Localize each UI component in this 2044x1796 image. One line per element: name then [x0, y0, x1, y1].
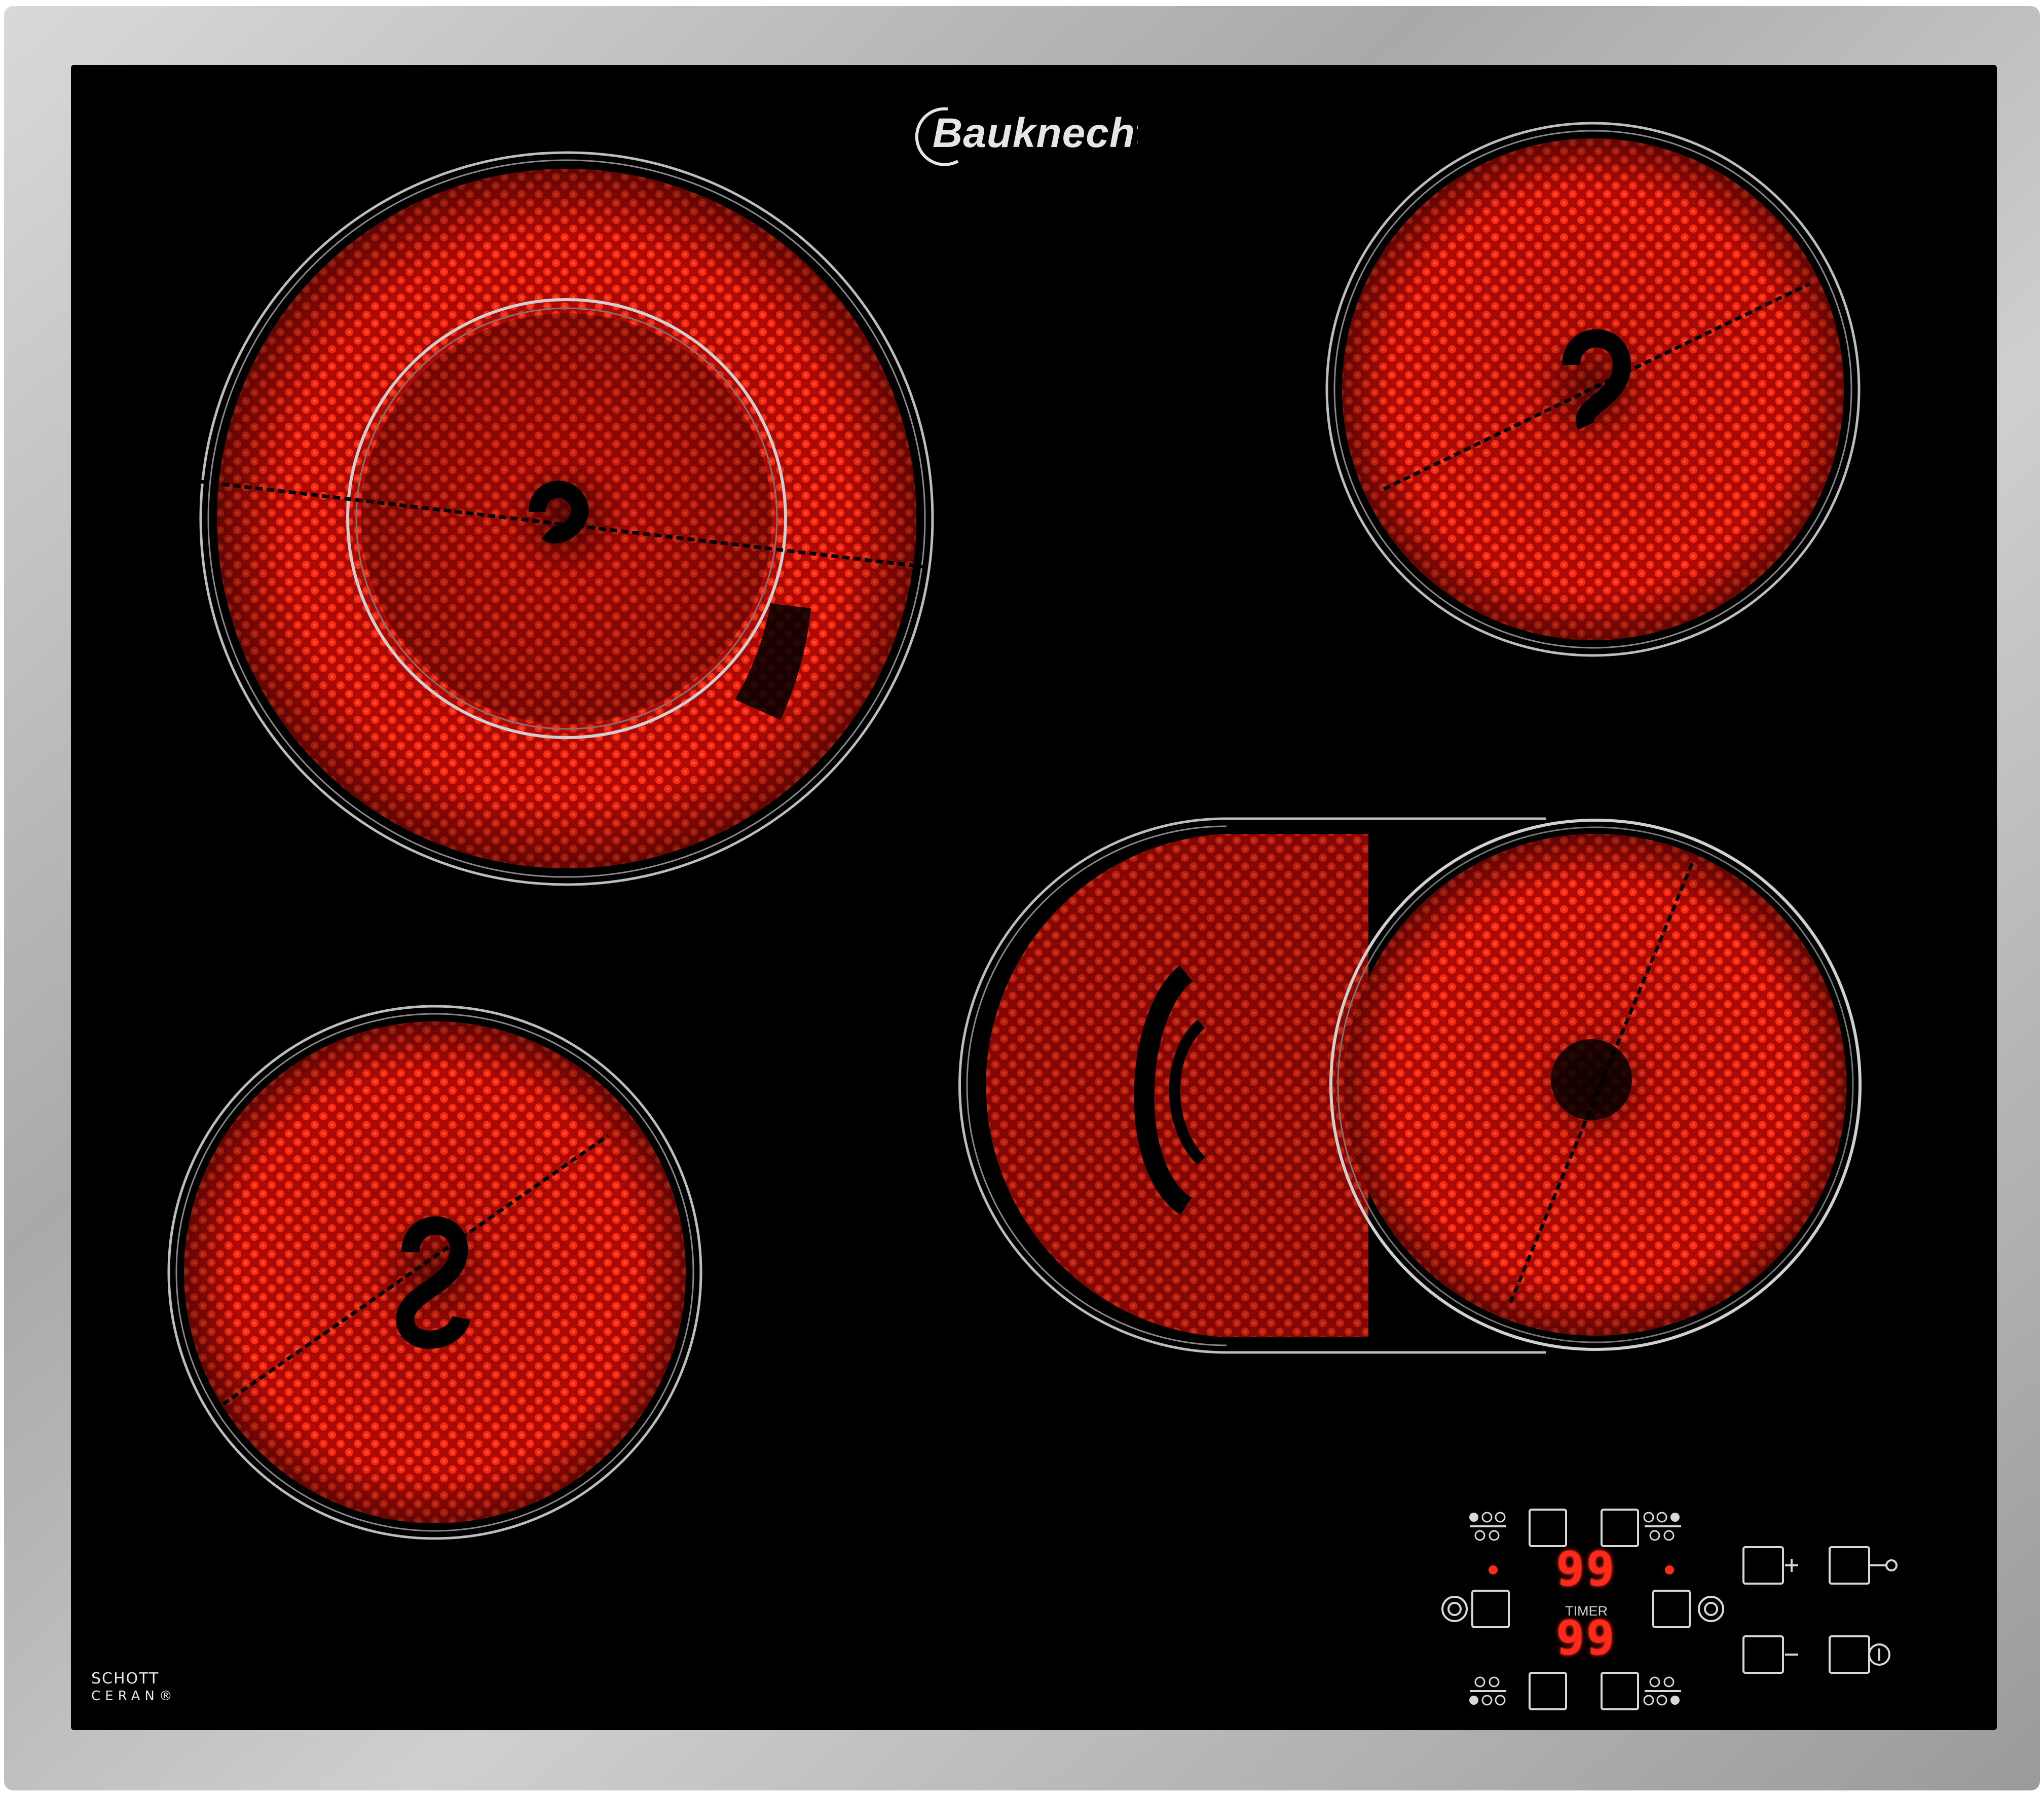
cooktop-scene [4, 6, 2040, 1790]
display-top: 99 [1556, 1542, 1617, 1596]
display-bottom: 99 [1556, 1611, 1617, 1665]
brand-name: Bauknecht [933, 110, 1138, 156]
glass-label: SCHOTT CERAN® [91, 1670, 177, 1705]
indicator-led-left [1489, 1565, 1498, 1574]
glass-label-ceran: CERAN [91, 1689, 159, 1704]
brand-wordmark: Bauknecht [933, 110, 1150, 156]
registered-mark: ® [159, 1689, 177, 1704]
glass-label-line2: CERAN® [91, 1688, 177, 1705]
glass-label-line1: SCHOTT [91, 1670, 160, 1688]
indicator-led-right [1665, 1565, 1674, 1574]
brand-logo: Bauknecht [905, 104, 1150, 170]
